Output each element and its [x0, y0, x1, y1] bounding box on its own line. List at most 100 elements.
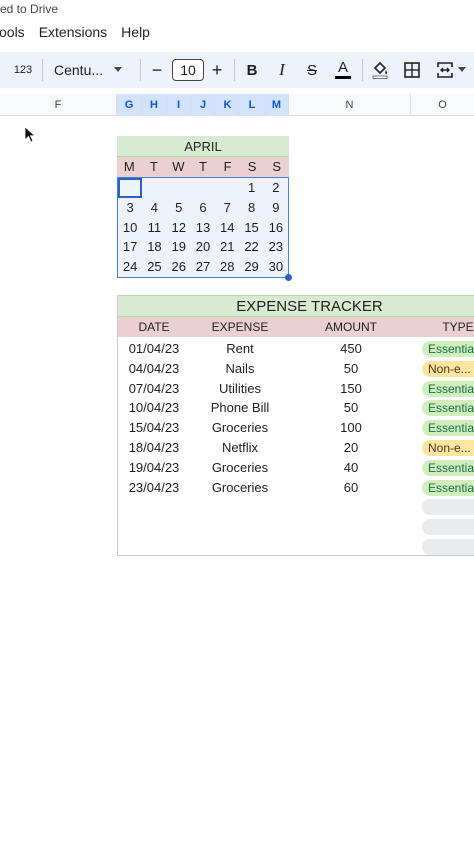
type-chip-empty[interactable] [422, 519, 474, 536]
type-chip-empty[interactable] [422, 499, 474, 516]
calendar-day-cell[interactable]: 18 [142, 237, 166, 257]
calendar-day-cell[interactable]: 21 [215, 237, 239, 257]
date-cell[interactable]: 04/04/23 [118, 359, 190, 379]
calendar-day-cell[interactable] [191, 178, 215, 198]
calendar-day-cell[interactable]: 6 [191, 198, 215, 218]
expense-cell[interactable]: Groceries [190, 478, 290, 498]
strikethrough-button[interactable]: S [304, 52, 320, 88]
type-chip[interactable]: Essential [422, 459, 474, 476]
borders-button[interactable] [402, 52, 422, 88]
calendar-day-cell[interactable]: 25 [142, 257, 166, 277]
date-cell[interactable]: 07/04/23 [118, 379, 190, 399]
calendar-day-cell[interactable]: 26 [167, 257, 191, 277]
type-chip[interactable]: Non-e... [422, 360, 474, 377]
increase-font-size-button[interactable]: + [208, 52, 226, 88]
calendar-day-cell[interactable]: 2 [264, 178, 288, 198]
menu-extensions[interactable]: Extensions [39, 24, 107, 44]
date-cell[interactable]: 23/04/23 [118, 478, 190, 498]
amount-cell[interactable]: 40 [290, 458, 412, 478]
table-row: 07/04/23 Utilities 150 Essential [118, 379, 474, 399]
selection-fill-handle[interactable] [285, 273, 292, 281]
decrease-font-size-button[interactable]: − [148, 52, 166, 88]
bold-button[interactable]: B [243, 52, 261, 88]
paint-bucket-icon [372, 61, 388, 79]
calendar-day-cell[interactable]: 17 [118, 237, 142, 257]
calendar-day-cell[interactable]: 29 [239, 257, 263, 277]
amount-cell[interactable]: 150 [290, 379, 412, 399]
calendar-day-cell[interactable]: 27 [191, 257, 215, 277]
type-chip-empty[interactable] [422, 538, 474, 555]
calendar-day-cell[interactable]: 10 [118, 218, 142, 238]
amount-cell[interactable]: 100 [290, 418, 412, 438]
font-size-input[interactable]: 10 [172, 59, 204, 81]
calendar-day-cell[interactable]: 4 [142, 198, 166, 218]
calendar-day-cell[interactable]: 20 [191, 237, 215, 257]
expense-cell[interactable]: Groceries [190, 458, 290, 478]
number-format-button[interactable]: 123 [10, 52, 36, 88]
column-header-h[interactable]: H [142, 94, 167, 116]
expense-cell[interactable]: Rent [190, 339, 290, 359]
calendar-day-cell[interactable]: 12 [167, 218, 191, 238]
column-header-i[interactable]: I [167, 94, 191, 116]
calendar-day-cell[interactable] [142, 178, 166, 198]
expense-cell[interactable]: Groceries [190, 418, 290, 438]
calendar-day-cell[interactable]: 15 [239, 218, 263, 238]
date-cell[interactable]: 15/04/23 [118, 418, 190, 438]
calendar-day-cell[interactable]: 13 [191, 218, 215, 238]
amount-cell[interactable]: 20 [290, 438, 412, 458]
amount-cell[interactable]: 50 [290, 359, 412, 379]
type-chip[interactable]: Essential [422, 400, 474, 417]
calendar-day-cell[interactable] [118, 178, 143, 198]
column-header-l[interactable]: L [240, 94, 265, 116]
type-chip[interactable]: Essential [422, 479, 474, 496]
expense-cell[interactable]: Utilities [190, 379, 290, 399]
column-header-g[interactable]: G [117, 94, 142, 116]
expense-cell[interactable]: Phone Bill [190, 398, 290, 418]
date-cell[interactable]: 01/04/23 [118, 339, 190, 359]
column-header-k[interactable]: K [216, 94, 240, 116]
calendar-day-cell[interactable]: 16 [264, 218, 288, 238]
amount-cell[interactable]: 50 [290, 398, 412, 418]
column-header-n[interactable]: N [289, 94, 411, 116]
merge-cells-button[interactable] [434, 52, 470, 88]
type-chip[interactable]: Essential [422, 380, 474, 397]
calendar-day-cell[interactable]: 22 [239, 237, 263, 257]
calendar-day-cell[interactable]: 9 [264, 198, 288, 218]
expense-cell[interactable]: Nails [190, 359, 290, 379]
date-cell[interactable]: 18/04/23 [118, 438, 190, 458]
amount-cell[interactable]: 450 [290, 339, 412, 359]
fill-color-button[interactable] [370, 52, 390, 88]
calendar-day-cell[interactable]: 5 [167, 198, 191, 218]
calendar-day-cell[interactable]: 11 [142, 218, 166, 238]
expense-cell[interactable]: Netflix [190, 438, 290, 458]
italic-button[interactable]: I [274, 52, 290, 88]
calendar-day-cell[interactable]: 8 [239, 198, 263, 218]
calendar-day-cell[interactable]: 14 [215, 218, 239, 238]
column-header-f[interactable]: F [0, 94, 117, 116]
calendar-date-grid[interactable]: 1 2 3 4 5 6 7 8 9 10 11 12 13 14 15 16 17 18 19 20 21 22 23 24 2… [117, 177, 292, 281]
type-chip[interactable]: Essential [422, 341, 474, 357]
calendar-day-cell[interactable]: 7 [215, 198, 239, 218]
column-header-j[interactable]: J [191, 94, 216, 116]
menu-help[interactable]: Help [121, 24, 150, 44]
calendar-day-cell[interactable] [215, 178, 239, 198]
calendar-day-cell[interactable]: 28 [215, 257, 239, 277]
calendar-day-cell[interactable]: 30 [264, 257, 288, 277]
column-header-o[interactable]: O [411, 94, 474, 116]
calendar-day-cell[interactable]: 19 [167, 237, 191, 257]
column-header-m[interactable]: M [265, 94, 289, 116]
amount-cell[interactable]: 60 [290, 478, 412, 498]
date-cell[interactable]: 19/04/23 [118, 458, 190, 478]
type-chip[interactable]: Essential [422, 420, 474, 437]
type-chip[interactable]: Non-e... [422, 439, 474, 456]
calendar-day-cell[interactable]: 24 [118, 257, 142, 277]
calendar-day-cell[interactable]: 3 [118, 198, 142, 218]
font-family-select[interactable]: Centu... [54, 52, 134, 88]
calendar-day-cell[interactable]: 1 [239, 178, 263, 198]
date-cell[interactable]: 10/04/23 [118, 398, 190, 418]
calendar-day-cell[interactable]: 23 [264, 237, 288, 257]
weekday-label: M [123, 159, 135, 174]
menu-tools[interactable]: ools [0, 24, 25, 44]
text-color-button[interactable]: A [333, 52, 353, 88]
calendar-day-cell[interactable] [167, 178, 191, 198]
